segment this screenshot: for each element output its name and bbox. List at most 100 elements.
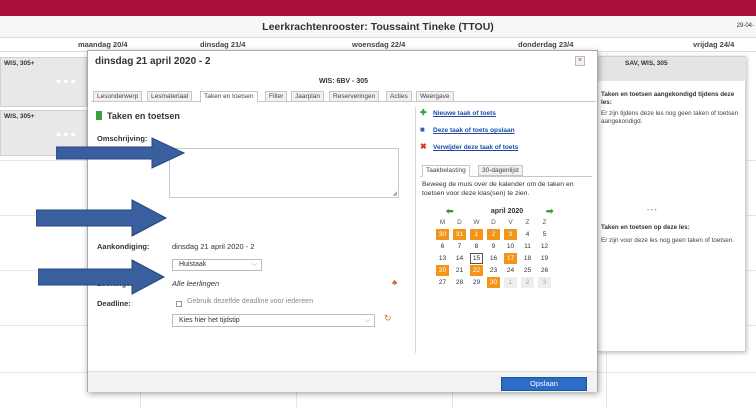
calendar-day[interactable]: 16 — [487, 253, 500, 264]
lesson-cell[interactable]: SAV, WIS, 305 — [597, 57, 746, 81]
page-header: Leerkrachtenrooster: Toussaint Tineke (T… — [0, 16, 756, 38]
calendar-day[interactable]: 1 — [504, 277, 517, 288]
delete-task-link[interactable]: Verwijder deze taak of toets — [433, 144, 518, 151]
deadline-time-value: Kies hier het tijdstip — [179, 317, 240, 324]
top-brand-bar — [0, 0, 756, 16]
calendar-month: april 2020 — [490, 208, 524, 215]
announced-tasks-text: Er zijn tijdens deze les nog geen taken … — [601, 110, 739, 125]
calendar-day[interactable]: 9 — [487, 241, 500, 252]
calendar-day[interactable]: 3 — [504, 229, 517, 240]
same-deadline-checkbox[interactable] — [176, 301, 182, 307]
calendar-day[interactable]: 17 — [504, 253, 517, 264]
plus-icon[interactable]: ✚ — [420, 108, 427, 117]
save-button[interactable]: Opslaan — [501, 377, 587, 391]
calendar-day[interactable]: 24 — [504, 265, 517, 276]
tab-reserveringen[interactable]: Reserveringen — [329, 91, 380, 102]
calendar-day[interactable]: 30 — [436, 229, 449, 240]
calendar-day[interactable]: 21 — [453, 265, 466, 276]
calendar-day[interactable]: 3 — [538, 277, 551, 288]
calendar-day[interactable]: 10 — [504, 241, 517, 252]
calendar-day[interactable]: 15 — [470, 253, 483, 264]
calendar-weekday: Z — [542, 219, 547, 226]
previous-month-icon[interactable]: ⬅ — [446, 206, 454, 217]
tab-weergave[interactable]: Weergave — [416, 91, 454, 102]
lesson-cell-label: WIS, 305+ — [4, 60, 35, 67]
calendar-day[interactable]: 19 — [538, 253, 551, 264]
calendar-weekday: M — [439, 219, 446, 226]
chevron-down-icon: ⌵ — [251, 261, 257, 268]
description-textarea[interactable]: ◢ — [169, 148, 399, 198]
save-task-link[interactable]: Deze taak of toets opslaan — [433, 127, 515, 134]
refresh-icon[interactable]: ↻ — [384, 313, 392, 324]
deadline-time-select[interactable]: Kies hier het tijdstip ⌵ — [172, 314, 375, 327]
new-task-link[interactable]: Nieuwe taak of toets — [433, 110, 496, 117]
more-dots-icon[interactable]: ●●● — [56, 76, 78, 86]
calendar-day[interactable]: 26 — [538, 265, 551, 276]
dialog-footer: Opslaan — [88, 371, 597, 392]
tab-taken-en-toetsen[interactable]: Taken en toetsen — [200, 91, 258, 103]
tab-taakbelasting[interactable]: Taakbelasting — [422, 165, 470, 177]
delete-icon[interactable]: ✖ — [420, 142, 427, 151]
lesson-cell[interactable]: WIS, 305+ ●●● — [0, 57, 87, 107]
calendar-day[interactable]: 5 — [538, 229, 551, 240]
day-wednesday[interactable]: woensdag 22/4 — [352, 40, 405, 49]
header-date: 29-04- — [736, 23, 754, 29]
calendar-day[interactable]: 11 — [521, 241, 534, 252]
calendar-day[interactable]: 1 — [470, 229, 483, 240]
calendar-day[interactable]: 18 — [521, 253, 534, 264]
tab-jaarplan[interactable]: Jaarplan — [291, 91, 324, 102]
announced-tasks-title: Taken en toetsen aangekondigd tijdens de… — [601, 91, 735, 106]
calendar-day[interactable]: 31 — [453, 229, 466, 240]
calendar-weekday: W — [473, 219, 480, 226]
mini-calendar: ⬅ april 2020 ➡ M D W D V Z Z 30 31 1 2 3 4 5 6 7 8 9 10 11 1… — [436, 206, 576, 296]
day-tuesday[interactable]: dinsdag 21/4 — [200, 40, 245, 49]
book-icon — [96, 111, 102, 120]
calendar-day[interactable]: 12 — [538, 241, 551, 252]
calendar-day[interactable]: 14 — [453, 253, 466, 264]
calendar-weekday: Z — [525, 219, 530, 226]
calendar-day[interactable]: 2 — [521, 277, 534, 288]
tab-lesmateriaal[interactable]: Lesmateriaal — [147, 91, 193, 102]
calendar-day[interactable]: 27 — [436, 277, 449, 288]
lesson-cell-label: WIS, 305+ — [4, 113, 35, 120]
close-icon[interactable]: × — [575, 56, 585, 66]
due-tasks-text: Er zijn voor deze les nog geen taken of … — [601, 237, 735, 244]
due-tasks-title: Taken en toetsen op deze les: — [601, 224, 690, 231]
calendar-day[interactable]: 2 — [487, 229, 500, 240]
calendar-weekday: V — [508, 219, 513, 226]
calendar-day[interactable]: 7 — [453, 241, 466, 252]
page-title: Leerkrachtenrooster: Toussaint Tineke (T… — [262, 21, 494, 33]
tab-lesonderwerp[interactable]: Lesonderwerp — [93, 91, 143, 102]
tab-acties[interactable]: Acties — [386, 91, 412, 102]
save-icon[interactable]: ■ — [420, 125, 425, 134]
task-type-select[interactable]: Huistaak ⌵ — [172, 259, 262, 271]
next-month-icon[interactable]: ➡ — [546, 206, 554, 217]
day-thursday[interactable]: donderdag 23/4 — [518, 40, 573, 49]
resize-grip-icon[interactable]: ◢ — [392, 190, 397, 197]
calendar-day[interactable]: 28 — [453, 277, 466, 288]
tab-filter[interactable]: Filter — [265, 91, 288, 102]
annotation-arrow — [38, 259, 166, 295]
deadline-label: Deadline: — [97, 299, 131, 308]
calendar-day[interactable]: 25 — [521, 265, 534, 276]
calendar-day[interactable]: 23 — [487, 265, 500, 276]
select-students-icon[interactable]: ♣ — [392, 278, 397, 287]
task-type-value: Huistaak — [179, 261, 207, 268]
calendar-day[interactable]: 20 — [436, 265, 449, 276]
calendar-day[interactable]: 8 — [470, 241, 483, 252]
calendar-day[interactable]: 6 — [436, 241, 449, 252]
dialog-title: dinsdag 21 april 2020 - 2 — [95, 56, 211, 67]
calendar-day[interactable]: 13 — [436, 253, 449, 264]
calendar-day[interactable]: 4 — [521, 229, 534, 240]
load-description: Beweeg de muis over de kalender om de ta… — [422, 181, 574, 197]
calendar-day[interactable]: 22 — [470, 265, 483, 276]
calendar-day[interactable]: 30 — [487, 277, 500, 288]
calendar-day[interactable]: 29 — [470, 277, 483, 288]
same-deadline-label: Gebruik dezelfde deadline voor iedereen — [187, 298, 314, 305]
day-monday[interactable]: maandag 20/4 — [78, 40, 128, 49]
annotation-arrow — [56, 137, 186, 169]
announcement-value: dinsdag 21 april 2020 - 2 — [172, 242, 255, 251]
announcement-label: Aankondiging: — [97, 242, 150, 251]
tab-30-dagenlijst[interactable]: 30-dagenlijst — [478, 165, 523, 176]
day-friday[interactable]: vrijdag 24/4 — [693, 40, 734, 49]
